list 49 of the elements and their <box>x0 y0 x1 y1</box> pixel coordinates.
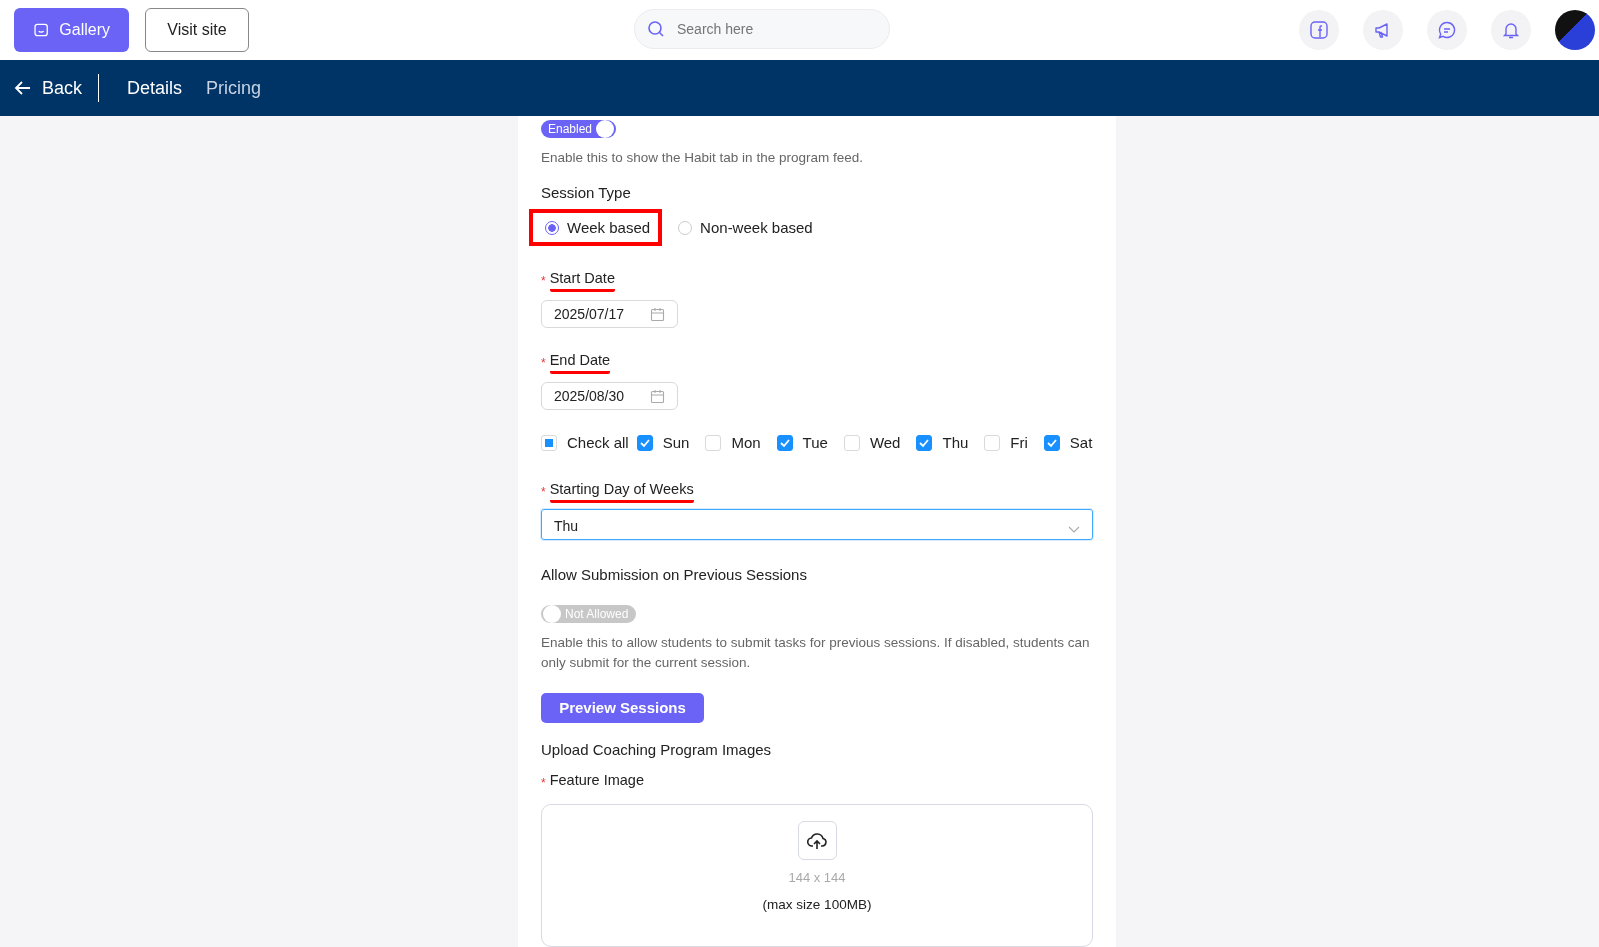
date-field[interactable]: 2025/08/30 <box>541 382 678 411</box>
chat-icon[interactable] <box>1427 10 1467 50</box>
calendar-icon <box>650 388 665 404</box>
search-input[interactable]: Search here <box>675 20 869 38</box>
back-button[interactable]: Back <box>14 77 83 99</box>
help-text: Enable this to show the Habit tab in the program feed. <box>541 149 863 167</box>
avatar[interactable] <box>1555 10 1595 50</box>
label-text: Start Date <box>549 270 615 292</box>
visit-site-button[interactable]: Visit site <box>145 8 249 52</box>
check-all-checkbox[interactable]: Check all <box>541 434 629 452</box>
day-checkbox[interactable]: Wed <box>843 434 901 452</box>
nav-tab[interactable]: Pricing <box>206 77 262 99</box>
day-checkbox[interactable]: Sun <box>636 434 690 452</box>
day-checkbox[interactable]: Fri <box>984 434 1028 452</box>
radio-option[interactable]: Non-week based <box>662 209 825 246</box>
notification-bell-icon[interactable] <box>1491 10 1531 50</box>
max-size-text: (max size 100MB) <box>762 897 872 913</box>
section-title: Upload Coaching Program Images <box>541 741 772 759</box>
preview-sessions-button[interactable]: Preview Sessions <box>541 692 704 724</box>
required-asterisk: * <box>541 485 546 500</box>
label-text: Feature Image <box>549 772 644 791</box>
radio-option[interactable]: Week based <box>529 209 663 246</box>
megaphone-icon[interactable] <box>1363 10 1403 50</box>
required-asterisk: * <box>541 776 546 791</box>
facebook-icon[interactable] <box>1299 10 1339 50</box>
day-checkbox[interactable]: Thu <box>916 434 969 452</box>
search-icon <box>647 20 665 38</box>
field-label: Allow Submission on Previous Sessions <box>541 565 807 583</box>
required-asterisk: * <box>541 274 546 288</box>
gallery-button[interactable]: Gallery <box>14 8 129 52</box>
field-label: Session Type <box>541 184 631 201</box>
day-checkbox[interactable]: Mon <box>705 434 761 452</box>
date-field[interactable]: 2025/07/17 <box>541 300 678 329</box>
label-text: Starting Day of Weeks <box>549 481 694 504</box>
label-text: End Date <box>549 352 611 375</box>
upload-dropzone[interactable]: 144 x 144 (max size 100MB) <box>541 804 1093 947</box>
day-checkbox[interactable]: Tue <box>776 434 828 452</box>
cloud-upload-icon <box>797 821 837 861</box>
habit-toggle[interactable]: Enabled <box>541 120 617 138</box>
help-text: Enable this to allow students to submit tasks for previous sessions. If disabled, students can only submit for the current session. <box>541 633 1091 672</box>
image-size-text: 144 x 144 <box>788 870 846 886</box>
chevron-down-icon <box>1068 526 1080 535</box>
day-checkbox[interactable]: Sat <box>1043 434 1093 452</box>
starting-day-select[interactable]: Thu <box>541 509 1093 540</box>
nav-tab[interactable]: Details <box>127 77 183 99</box>
required-asterisk: * <box>541 356 546 371</box>
search-field[interactable]: Search here <box>634 9 890 49</box>
calendar-icon <box>650 306 665 322</box>
back-arrow-icon <box>14 79 32 97</box>
